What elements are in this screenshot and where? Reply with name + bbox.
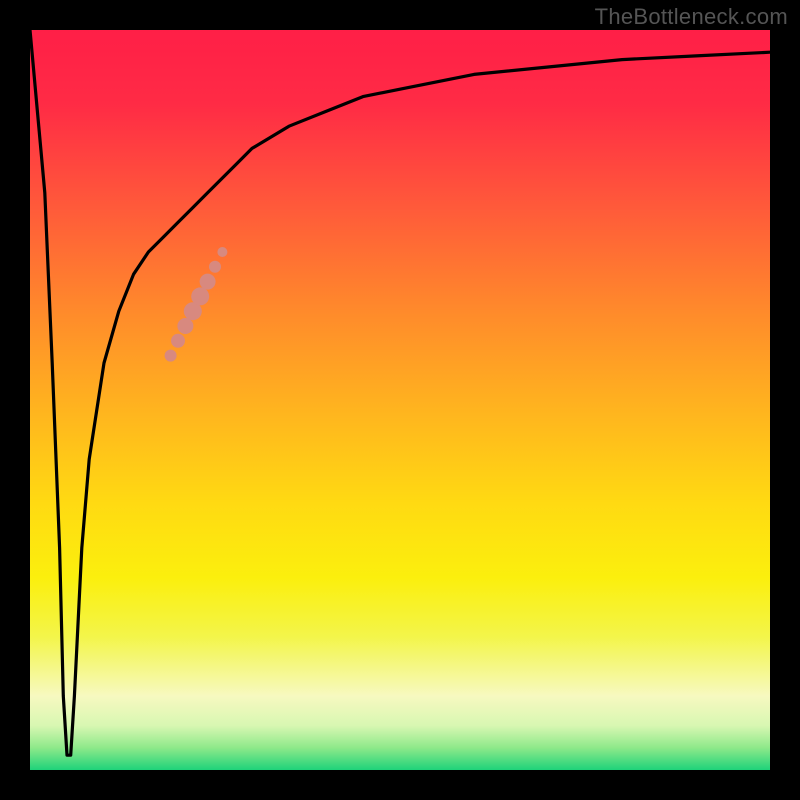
bottleneck-curve bbox=[30, 30, 770, 755]
watermark-text: TheBottleneck.com bbox=[595, 4, 788, 30]
highlight-dot bbox=[200, 274, 216, 290]
highlight-dot bbox=[171, 334, 185, 348]
chart-frame: TheBottleneck.com bbox=[0, 0, 800, 800]
highlight-dot bbox=[191, 287, 209, 305]
plot-area bbox=[30, 30, 770, 770]
highlight-dot bbox=[209, 261, 221, 273]
highlight-dots bbox=[165, 247, 228, 362]
highlight-dot bbox=[217, 247, 227, 257]
curve-svg bbox=[30, 30, 770, 770]
highlight-dot bbox=[177, 318, 193, 334]
highlight-dot bbox=[165, 350, 177, 362]
